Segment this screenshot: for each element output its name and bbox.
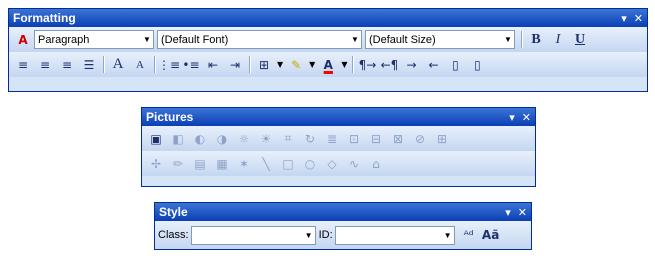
style-title: Style (159, 205, 188, 219)
bold-button[interactable]: B (525, 29, 547, 50)
page-icon[interactable]: ▯ (466, 54, 488, 75)
pictures-title: Pictures (146, 110, 194, 124)
polygon-icon[interactable]: ◇ (321, 153, 343, 174)
line-icon[interactable]: ╲ (255, 153, 277, 174)
rtl-icon[interactable]: ←¶ (378, 54, 400, 75)
font-combo-value: (Default Font) (161, 33, 229, 46)
separator (249, 56, 250, 73)
increase-font-button[interactable]: A (107, 54, 129, 75)
style-toolbar: Style ▾ ✕ Class: ▼ ID: ▼ ᴬᵈ Aã (154, 202, 532, 250)
ltr-icon[interactable]: ¶→ (356, 54, 378, 75)
formatting-title: Formatting (13, 11, 76, 25)
color-icon[interactable]: ◧ (167, 128, 189, 149)
style-titlebar[interactable]: Style ▾ ✕ (155, 203, 531, 221)
border-icon[interactable]: ⊞ (253, 54, 275, 75)
italic-button[interactable]: I (547, 29, 569, 50)
more-brightness-icon[interactable]: ☼ (233, 128, 255, 149)
justify-icon[interactable]: ☰ (78, 54, 100, 75)
increase-indent-icon[interactable]: ⇥ (224, 54, 246, 75)
close-icon[interactable]: ✕ (522, 112, 531, 123)
class-label: Class: (158, 229, 189, 241)
pictures-row-2: ✢ ✏ ▤ ▦ ✶ ╲ □ ○ ◇ ∿ ⌂ (142, 151, 535, 176)
separator (154, 56, 155, 73)
id-label: ID: (318, 229, 333, 241)
stamp-icon[interactable]: ⌂ (365, 153, 387, 174)
formatting-row-2: ≡ ≡ ≡ ☰ A A ⋮≡ •≡ ⇤ ⇥ ⊞ ▼ ✎ ▼ A ▼ ¶→ ←¶ … (9, 52, 647, 77)
style-row: Class: ▼ ID: ▼ ᴬᵈ Aã (155, 221, 531, 249)
format-picture-icon[interactable]: ⊠ (387, 128, 409, 149)
arrow-right-icon[interactable]: → (400, 54, 422, 75)
crop-icon[interactable]: ⌗ (277, 128, 299, 149)
set-transparent-color-icon[interactable]: ⊘ (409, 128, 431, 149)
close-icon[interactable]: ✕ (518, 207, 527, 218)
insert-picture-icon[interactable]: ▣ (145, 128, 167, 149)
separator (521, 31, 522, 48)
rectangle-icon[interactable]: □ (277, 153, 299, 174)
rotate-icon[interactable]: ↻ (299, 128, 321, 149)
align-center-icon[interactable]: ≡ (34, 54, 56, 75)
pictures-row-1: ▣ ◧ ◐ ◑ ☼ ☀ ⌗ ↻ ≣ ⊡ ⊟ ⊠ ⊘ ⊞ (142, 126, 535, 151)
chevron-down-icon[interactable]: ▼ (502, 35, 514, 44)
underline-button[interactable]: U (569, 29, 591, 50)
less-contrast-icon[interactable]: ◑ (211, 128, 233, 149)
pictures-titlebar[interactable]: Pictures ▾ ✕ (142, 108, 535, 126)
decrease-font-button[interactable]: A (129, 54, 151, 75)
chevron-down-icon[interactable]: ▼ (303, 231, 315, 240)
formatting-toolbar: Formatting ▾ ✕ A Paragraph ▼ (Default Fo… (8, 8, 648, 92)
eraser-icon[interactable]: ▤ (189, 153, 211, 174)
chevron-down-icon[interactable]: ▼ (442, 231, 454, 240)
highlight-icon[interactable]: ✎ (285, 54, 307, 75)
chevron-down-icon[interactable]: ▼ (309, 60, 315, 69)
bullet-list-icon[interactable]: •≡ (180, 54, 202, 75)
fill-icon[interactable]: ▦ (211, 153, 233, 174)
pencil-icon[interactable]: ✏ (167, 153, 189, 174)
more-contrast-icon[interactable]: ◐ (189, 128, 211, 149)
align-left-icon[interactable]: ≡ (12, 54, 34, 75)
ellipse-icon[interactable]: ○ (299, 153, 321, 174)
style-combo-value: Paragraph (38, 33, 90, 46)
chevron-down-icon[interactable]: ▼ (349, 35, 361, 44)
size-combo-value: (Default Size) (369, 33, 436, 46)
new-style-icon[interactable]: ᴬᵈ (458, 225, 480, 246)
close-icon[interactable]: ✕ (634, 13, 643, 24)
less-brightness-icon[interactable]: ☀ (255, 128, 277, 149)
separator (352, 56, 354, 73)
page-icon[interactable]: ▯ (444, 54, 466, 75)
font-color-icon[interactable]: A (317, 54, 339, 75)
toolbar-options-icon[interactable]: ▾ (509, 112, 515, 123)
toolbar-options-icon[interactable]: ▾ (505, 207, 511, 218)
align-right-icon[interactable]: ≡ (56, 54, 78, 75)
pictures-toolbar: Pictures ▾ ✕ ▣ ◧ ◐ ◑ ☼ ☀ ⌗ ↻ ≣ ⊡ ⊟ ⊠ ⊘ ⊞… (141, 107, 536, 187)
chevron-down-icon[interactable]: ▼ (277, 60, 283, 69)
size-combo[interactable]: (Default Size) ▼ (365, 30, 515, 49)
curve-icon[interactable]: ∿ (343, 153, 365, 174)
line-style-icon[interactable]: ≣ (321, 128, 343, 149)
formatting-titlebar[interactable]: Formatting ▾ ✕ (9, 9, 647, 27)
magic-icon[interactable]: ✶ (233, 153, 255, 174)
text-wrap-icon[interactable]: ⊟ (365, 128, 387, 149)
formatting-row-1: A Paragraph ▼ (Default Font) ▼ (Default … (9, 27, 647, 52)
decrease-indent-icon[interactable]: ⇤ (202, 54, 224, 75)
class-combo[interactable]: ▼ (190, 225, 316, 245)
reset-picture-icon[interactable]: ⊞ (431, 128, 453, 149)
numbered-list-icon[interactable]: ⋮≡ (158, 54, 180, 75)
style-icon[interactable]: A (12, 29, 34, 50)
toolbar-options-icon[interactable]: ▾ (621, 13, 627, 24)
font-combo[interactable]: (Default Font) ▼ (157, 30, 362, 49)
id-combo[interactable]: ▼ (334, 225, 455, 245)
chevron-down-icon[interactable]: ▼ (141, 35, 153, 44)
separator (103, 56, 104, 73)
apply-style-icon[interactable]: Aã (480, 225, 502, 246)
style-combo[interactable]: Paragraph ▼ (34, 30, 154, 49)
arrow-left-icon[interactable]: ← (422, 54, 444, 75)
pointer-icon[interactable]: ✢ (145, 153, 167, 174)
chevron-down-icon[interactable]: ▼ (341, 60, 347, 69)
compress-icon[interactable]: ⊡ (343, 128, 365, 149)
